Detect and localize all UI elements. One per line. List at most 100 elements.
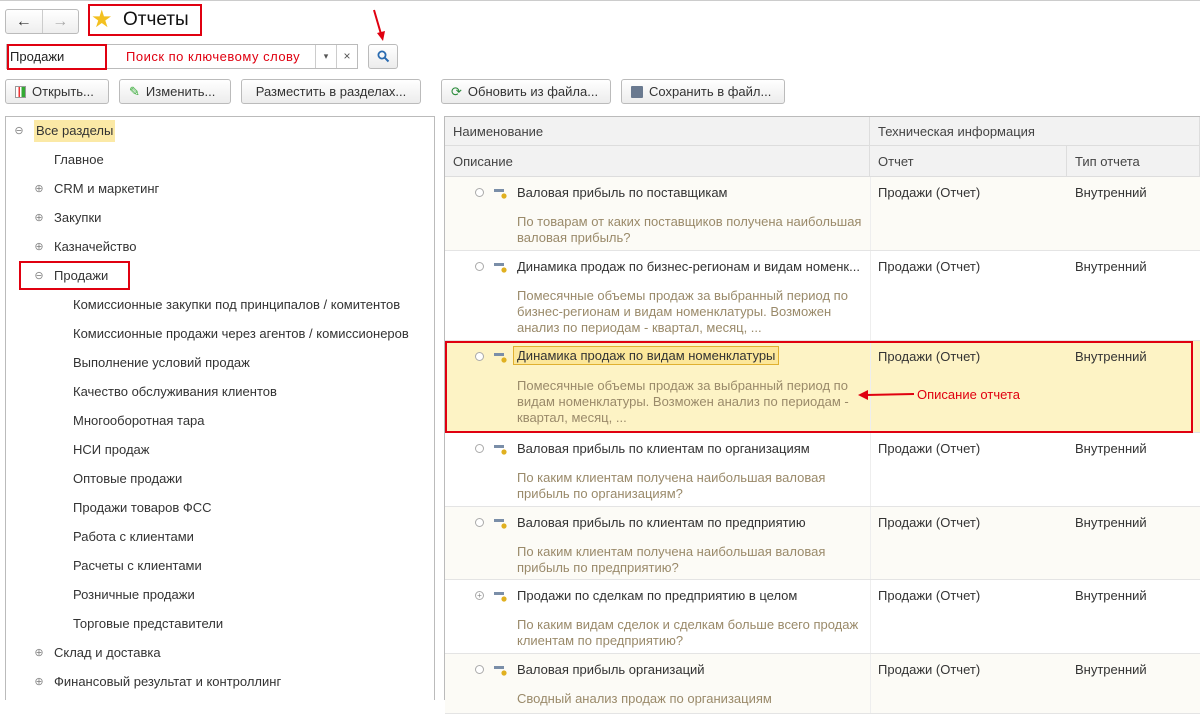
tree-item[interactable]: Выполнение условий продаж bbox=[73, 352, 250, 374]
search-dropdown-button[interactable]: ▾ bbox=[315, 45, 336, 68]
row-radio-icon[interactable] bbox=[475, 444, 484, 453]
report-type: Внутренний bbox=[1075, 185, 1147, 200]
expand-icon[interactable]: ⊕ bbox=[34, 178, 44, 200]
update-from-file-button[interactable]: ⟳ Обновить из файла... bbox=[441, 79, 611, 104]
table-row[interactable]: Валовая прибыль по клиентам по организац… bbox=[445, 433, 1200, 507]
report-description: По товарам от каких поставщиков получена… bbox=[517, 214, 862, 245]
tree-item-label: НСИ продаж bbox=[73, 442, 150, 457]
row-radio-icon[interactable] bbox=[475, 262, 484, 271]
tree-item-label: Казначейство bbox=[54, 239, 137, 254]
expand-icon[interactable]: ⊕ bbox=[34, 236, 44, 258]
search-clear-button[interactable]: × bbox=[336, 45, 357, 68]
pencil-icon: ✎ bbox=[129, 83, 140, 99]
row-radio-icon[interactable] bbox=[475, 665, 484, 674]
column-header-type[interactable]: Тип отчета bbox=[1067, 146, 1200, 177]
report-description: По каким клиентам получена наибольшая ва… bbox=[517, 544, 826, 575]
tree-item[interactable]: ⊕ Склад и доставка bbox=[34, 642, 161, 664]
table-row[interactable]: Валовая прибыль организаций Сводный анал… bbox=[445, 654, 1200, 714]
back-button[interactable]: ← bbox=[6, 10, 43, 33]
report-item-icon bbox=[494, 445, 507, 455]
search-highlight bbox=[7, 44, 107, 70]
tree-item[interactable]: Комиссионные продажи через агентов / ком… bbox=[73, 323, 409, 345]
column-header-desc[interactable]: Описание bbox=[445, 146, 870, 177]
report-item-icon bbox=[494, 263, 507, 273]
tree-item-label: Финансовый результат и контроллинг bbox=[54, 674, 282, 689]
sales-highlight bbox=[19, 261, 130, 290]
tree-item-label: Многооборотная тара bbox=[73, 413, 205, 428]
report-type: Внутренний bbox=[1075, 515, 1147, 530]
tree-item[interactable]: Торговые представители bbox=[73, 613, 223, 635]
report-name[interactable]: Валовая прибыль по клиентам по организац… bbox=[517, 441, 810, 456]
expand-icon[interactable]: + bbox=[475, 591, 484, 600]
forward-button[interactable]: → bbox=[43, 10, 79, 33]
report-object: Продажи (Отчет) bbox=[878, 441, 981, 456]
place-in-sections-button[interactable]: Разместить в разделах... bbox=[241, 79, 421, 104]
report-name[interactable]: Продажи по сделкам по предприятию в цело… bbox=[517, 588, 797, 603]
report-object: Продажи (Отчет) bbox=[878, 259, 981, 274]
annotation-arrow-left-icon bbox=[858, 390, 914, 400]
search-button[interactable] bbox=[368, 44, 398, 69]
open-button[interactable]: Открыть... bbox=[5, 79, 109, 104]
open-label: Открыть... bbox=[32, 84, 94, 99]
tree-item[interactable]: ⊕ Закупки bbox=[34, 207, 101, 229]
column-header-tech[interactable]: Техническая информация bbox=[870, 117, 1200, 146]
report-name[interactable]: Валовая прибыль по клиентам по предприят… bbox=[517, 515, 806, 530]
tree-item[interactable]: Главное bbox=[34, 149, 104, 171]
row-radio-icon[interactable] bbox=[475, 518, 484, 527]
column-header-name[interactable]: Наименование bbox=[445, 117, 870, 146]
tree-item[interactable]: Розничные продажи bbox=[73, 584, 195, 606]
page-title: Отчеты bbox=[123, 9, 189, 30]
tree-item[interactable]: ⊕ Казначейство bbox=[34, 236, 136, 258]
report-object: Продажи (Отчет) bbox=[878, 588, 981, 603]
report-item-icon bbox=[494, 666, 507, 676]
description-annotation: Описание отчета bbox=[917, 387, 1020, 402]
tree-item[interactable]: ⊕ CRM и маркетинг bbox=[34, 178, 159, 200]
collapse-icon[interactable]: ⊖ bbox=[14, 120, 24, 142]
tree-item-label: Продажи товаров ФСС bbox=[73, 500, 212, 515]
table-row[interactable]: Динамика продаж по бизнес-регионам и вид… bbox=[445, 251, 1200, 341]
tree-item[interactable]: Оптовые продажи bbox=[73, 468, 182, 490]
tree-item[interactable]: НСИ продаж bbox=[73, 439, 149, 461]
table-row[interactable]: Валовая прибыль по клиентам по предприят… bbox=[445, 507, 1200, 580]
top-border bbox=[0, 0, 1200, 1]
report-description: По каким видам сделок и сделкам больше в… bbox=[517, 617, 859, 648]
edit-button[interactable]: ✎ Изменить... bbox=[119, 79, 231, 104]
report-type: Внутренний bbox=[1075, 662, 1147, 677]
tree-item-label: Закупки bbox=[54, 210, 102, 225]
expand-icon[interactable]: ⊕ bbox=[34, 642, 44, 664]
expand-icon[interactable]: ⊕ bbox=[34, 671, 44, 693]
report-name[interactable]: Динамика продаж по бизнес-регионам и вид… bbox=[517, 259, 860, 274]
tree-item[interactable]: Расчеты с клиентами bbox=[73, 555, 202, 577]
report-type: Внутренний bbox=[1075, 259, 1147, 274]
tree-item[interactable]: Комиссионные закупки под принципалов / к… bbox=[73, 294, 400, 316]
tree-item-label: Комиссионные продажи через агентов / ком… bbox=[73, 326, 409, 341]
tree-item[interactable]: Продажи товаров ФСС bbox=[73, 497, 212, 519]
tree-item[interactable]: Работа с клиентами bbox=[73, 526, 194, 548]
report-object: Продажи (Отчет) bbox=[878, 185, 981, 200]
report-icon bbox=[15, 85, 26, 98]
tree-item[interactable]: ⊖ Все разделы bbox=[14, 120, 116, 142]
table-row[interactable]: Валовая прибыль по поставщикам По товара… bbox=[445, 177, 1200, 251]
report-name[interactable]: Валовая прибыль по поставщикам bbox=[517, 185, 728, 200]
tree-item-label: Работа с клиентами bbox=[73, 529, 194, 544]
favorite-star-icon[interactable]: ★ bbox=[91, 7, 113, 33]
tree-item[interactable]: Качество обслуживания клиентов bbox=[73, 381, 277, 403]
tree-item-label: Выполнение условий продаж bbox=[73, 355, 250, 370]
expand-icon[interactable]: ⊕ bbox=[34, 207, 44, 229]
tree-item[interactable]: Многооборотная тара bbox=[73, 410, 205, 432]
search-annotation: Поиск по ключевому слову bbox=[126, 49, 301, 64]
column-header-report[interactable]: Отчет bbox=[870, 146, 1067, 177]
tree-item-label: Склад и доставка bbox=[54, 645, 161, 660]
save-disk-icon bbox=[631, 85, 643, 98]
tree-item-label: Главное bbox=[54, 152, 104, 167]
table-row[interactable]: + Продажи по сделкам по предприятию в це… bbox=[445, 580, 1200, 654]
save-to-file-button[interactable]: Сохранить в файл... bbox=[621, 79, 785, 104]
report-description: Сводный анализ продаж по организациям bbox=[517, 691, 772, 706]
report-item-icon bbox=[494, 189, 507, 199]
tree-item-label: CRM и маркетинг bbox=[54, 181, 160, 196]
tree-item-label: Качество обслуживания клиентов bbox=[73, 384, 277, 399]
report-type: Внутренний bbox=[1075, 441, 1147, 456]
report-name[interactable]: Валовая прибыль организаций bbox=[517, 662, 705, 677]
tree-item[interactable]: ⊕ Финансовый результат и контроллинг bbox=[34, 671, 281, 693]
row-radio-icon[interactable] bbox=[475, 188, 484, 197]
